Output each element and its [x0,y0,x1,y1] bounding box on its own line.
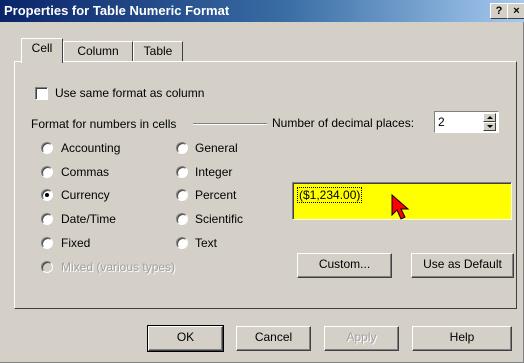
radio-fixed[interactable] [41,237,53,249]
decimal-places-label: Number of decimal places: [272,116,415,130]
preview-value: ($1,234.00) [297,187,363,203]
label-fixed: Fixed [61,236,91,250]
properties-dialog: Properties for Table Numeric Format ? × … [0,0,524,363]
radio-mixed [41,261,53,273]
decimal-places-value: 2 [438,115,445,129]
custom-button[interactable]: Custom... [297,253,392,278]
label-accounting: Accounting [61,141,121,155]
help-button[interactable]: Help [412,326,512,351]
label-general: General [195,141,238,155]
label-percent: Percent [195,188,237,202]
tab-table[interactable]: Table [133,41,183,61]
label-text: Text [195,236,218,250]
cancel-button[interactable]: Cancel [236,326,311,351]
label-commas: Commas [61,165,110,179]
ok-button[interactable]: OK [147,325,224,352]
radio-integer[interactable] [176,166,188,178]
label-date-time: Date/Time [61,212,116,226]
label-scientific: Scientific [195,212,244,226]
same-format-label: Use same format as column [55,86,205,100]
tab-cell[interactable]: Cell [21,38,63,63]
radio-accounting[interactable] [41,142,53,154]
group-divider [193,123,267,125]
use-as-default-button[interactable]: Use as Default [411,253,514,278]
close-title-button[interactable]: × [507,3,524,19]
tab-column[interactable]: Column [63,41,133,61]
label-currency: Currency [61,188,110,202]
spin-up-icon[interactable] [483,113,496,122]
title-bar[interactable]: Properties for Table Numeric Format ? × [0,0,524,22]
pointer-arrow-icon [391,194,410,220]
label-mixed: Mixed (various types) [61,260,176,274]
radio-general[interactable] [176,142,188,154]
label-integer: Integer [195,165,233,179]
radio-percent[interactable] [176,189,188,201]
radio-date-time[interactable] [41,213,53,225]
same-format-checkbox[interactable] [35,87,48,100]
format-group-label: Format for numbers in cells [31,117,177,131]
apply-button: Apply [324,326,399,351]
radio-scientific[interactable] [176,213,188,225]
radio-currency[interactable] [41,189,53,201]
help-title-button[interactable]: ? [490,3,508,19]
decimal-places-spinner[interactable]: 2 [434,111,499,133]
radio-text[interactable] [176,237,188,249]
radio-commas[interactable] [41,166,53,178]
window-title: Properties for Table Numeric Format [4,3,230,18]
spin-down-icon[interactable] [483,122,496,131]
